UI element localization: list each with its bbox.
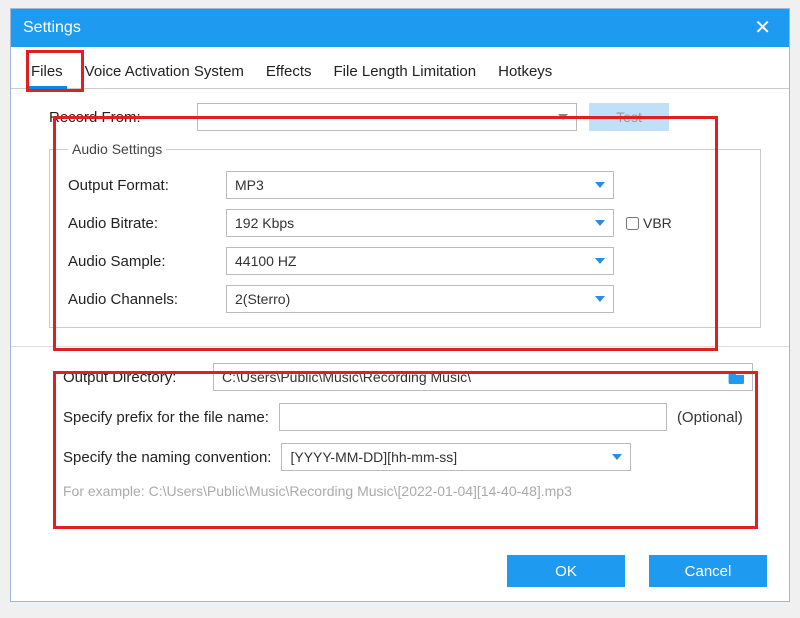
audio-sample-row: Audio Sample: 44100 HZ bbox=[68, 247, 742, 275]
audio-bitrate-row: Audio Bitrate: 192 Kbps VBR bbox=[68, 209, 742, 237]
tab-files[interactable]: Files bbox=[27, 57, 67, 88]
tabs: Files Voice Activation System Effects Fi… bbox=[11, 47, 789, 89]
bottom-panel: Output Directory: C:\Users\Public\Music\… bbox=[11, 347, 789, 503]
audio-sample-label: Audio Sample: bbox=[68, 253, 226, 270]
tab-effects[interactable]: Effects bbox=[262, 57, 316, 88]
output-format-dropdown[interactable]: MP3 bbox=[226, 171, 614, 199]
audio-bitrate-label: Audio Bitrate: bbox=[68, 215, 226, 232]
output-directory-row: Output Directory: C:\Users\Public\Music\… bbox=[63, 363, 753, 391]
convention-label: Specify the naming convention: bbox=[63, 449, 271, 466]
vbr-checkbox[interactable] bbox=[626, 217, 639, 230]
audio-channels-row: Audio Channels: 2(Sterro) bbox=[68, 285, 742, 313]
prefix-row: Specify prefix for the file name: (Optio… bbox=[63, 403, 753, 431]
audio-sample-value: 44100 HZ bbox=[235, 253, 296, 269]
chevron-down-icon bbox=[612, 454, 622, 460]
chevron-down-icon bbox=[558, 114, 568, 120]
output-directory-value: C:\Users\Public\Music\Recording Music\ bbox=[222, 369, 471, 385]
naming-convention-dropdown[interactable]: [YYYY-MM-DD][hh-mm-ss] bbox=[281, 443, 631, 471]
vbr-checkbox-container[interactable]: VBR bbox=[622, 214, 672, 233]
record-from-row: Record From: Test bbox=[49, 103, 761, 131]
audio-channels-dropdown[interactable]: 2(Sterro) bbox=[226, 285, 614, 313]
chevron-down-icon bbox=[595, 182, 605, 188]
vbr-label: VBR bbox=[643, 215, 672, 231]
optional-label: (Optional) bbox=[677, 409, 743, 426]
chevron-down-icon bbox=[595, 296, 605, 302]
tab-file-length-limitation[interactable]: File Length Limitation bbox=[330, 57, 481, 88]
audio-bitrate-dropdown[interactable]: 192 Kbps bbox=[226, 209, 614, 237]
convention-row: Specify the naming convention: [YYYY-MM-… bbox=[63, 443, 753, 471]
titlebar: Settings ✕ bbox=[11, 9, 789, 47]
ok-button[interactable]: OK bbox=[507, 555, 625, 587]
top-panel: Record From: Test Audio Settings Output … bbox=[11, 89, 789, 347]
output-format-label: Output Format: bbox=[68, 177, 226, 194]
audio-settings-group: Audio Settings Output Format: MP3 Audio … bbox=[49, 141, 761, 328]
cancel-button[interactable]: Cancel bbox=[649, 555, 767, 587]
prefix-label: Specify prefix for the file name: bbox=[63, 409, 269, 426]
audio-bitrate-value: 192 Kbps bbox=[235, 215, 294, 231]
convention-value: [YYYY-MM-DD][hh-mm-ss] bbox=[290, 449, 457, 465]
dialog-buttons: OK Cancel bbox=[507, 555, 767, 587]
audio-channels-value: 2(Sterro) bbox=[235, 291, 290, 307]
audio-channels-label: Audio Channels: bbox=[68, 291, 226, 308]
output-format-value: MP3 bbox=[235, 177, 264, 193]
output-directory-input[interactable]: C:\Users\Public\Music\Recording Music\ bbox=[213, 363, 753, 391]
output-format-row: Output Format: MP3 bbox=[68, 171, 742, 199]
chevron-down-icon bbox=[595, 258, 605, 264]
close-icon[interactable]: ✕ bbox=[748, 18, 777, 38]
test-button[interactable]: Test bbox=[589, 103, 669, 131]
output-directory-label: Output Directory: bbox=[63, 369, 203, 386]
record-from-label: Record From: bbox=[49, 109, 197, 126]
audio-settings-legend: Audio Settings bbox=[68, 141, 166, 157]
folder-icon[interactable] bbox=[728, 370, 746, 384]
example-text: For example: C:\Users\Public\Music\Recor… bbox=[63, 483, 753, 499]
window-title: Settings bbox=[23, 19, 81, 37]
audio-sample-dropdown[interactable]: 44100 HZ bbox=[226, 247, 614, 275]
record-from-dropdown[interactable] bbox=[197, 103, 577, 131]
tab-voice-activation-system[interactable]: Voice Activation System bbox=[81, 57, 248, 88]
prefix-input[interactable] bbox=[279, 403, 667, 431]
settings-window: Settings ✕ Files Voice Activation System… bbox=[10, 8, 790, 602]
tab-hotkeys[interactable]: Hotkeys bbox=[494, 57, 556, 88]
chevron-down-icon bbox=[595, 220, 605, 226]
